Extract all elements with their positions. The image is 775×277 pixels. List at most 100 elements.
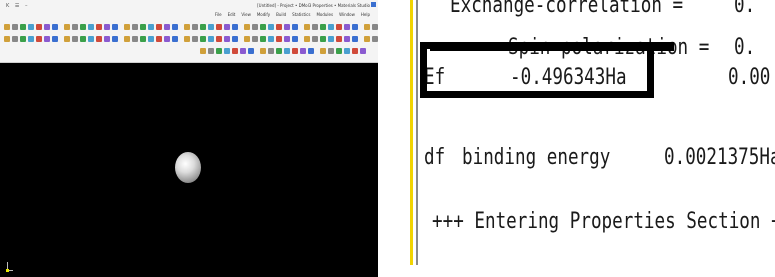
toolbar-button-icon[interactable]: [328, 23, 334, 30]
toolbar-button-icon[interactable]: [372, 23, 378, 30]
toolbar-button-icon[interactable]: [12, 35, 18, 42]
toolbar-button-icon[interactable]: [328, 35, 334, 42]
toolbar-button-icon[interactable]: [104, 23, 110, 30]
toolbar-button-icon[interactable]: [124, 23, 130, 30]
toolbar-button-icon[interactable]: [200, 23, 206, 30]
toolbar-button-icon[interactable]: [364, 23, 370, 30]
toolbar-button-icon[interactable]: [96, 23, 102, 30]
toolbar-button-icon[interactable]: [164, 35, 170, 42]
menu-help[interactable]: Help: [361, 12, 370, 17]
toolbar-button-icon[interactable]: [304, 23, 310, 30]
toolbar-button-icon[interactable]: [80, 23, 86, 30]
toolbar-button-icon[interactable]: [320, 35, 326, 42]
toolbar-button-icon[interactable]: [364, 35, 370, 42]
toolbar-button-icon[interactable]: [232, 23, 238, 30]
toolbar-button-icon[interactable]: [260, 35, 266, 42]
toolbar-button-icon[interactable]: [336, 35, 342, 42]
toolbar-button-icon[interactable]: [52, 35, 58, 42]
toolbar-button-icon[interactable]: [208, 23, 214, 30]
toolbar-button-icon[interactable]: [216, 47, 222, 54]
toolbar-button-icon[interactable]: [352, 23, 358, 30]
toolbar-button-icon[interactable]: [284, 23, 290, 30]
menu-window[interactable]: Window: [339, 12, 355, 17]
toolbar-button-icon[interactable]: [244, 35, 250, 42]
toolbar-button-icon[interactable]: [124, 35, 130, 42]
menu-file[interactable]: File: [215, 12, 222, 17]
toolbar-button-icon[interactable]: [352, 35, 358, 42]
toolbar-button-icon[interactable]: [336, 23, 342, 30]
toolbar-button-icon[interactable]: [132, 23, 138, 30]
toolbar-button-icon[interactable]: [360, 47, 366, 54]
toolbar-button-icon[interactable]: [320, 23, 326, 30]
toolbar-button-icon[interactable]: [148, 35, 154, 42]
toolbar-button-icon[interactable]: [252, 23, 258, 30]
toolbar-button-icon[interactable]: [344, 47, 350, 54]
toolbar-button-icon[interactable]: [164, 23, 170, 30]
toolbar-button-icon[interactable]: [28, 35, 34, 42]
toolbar-button-icon[interactable]: [104, 35, 110, 42]
toolbar-button-icon[interactable]: [72, 23, 78, 30]
toolbar-button-icon[interactable]: [232, 47, 238, 54]
menu-edit[interactable]: Edit: [228, 12, 236, 17]
toolbar-button-icon[interactable]: [132, 35, 138, 42]
toolbar-button-icon[interactable]: [88, 23, 94, 30]
toolbar-button-icon[interactable]: [240, 47, 246, 54]
toolbar-button-icon[interactable]: [312, 23, 318, 30]
toolbar-button-icon[interactable]: [112, 23, 118, 30]
toolbar-button-icon[interactable]: [64, 35, 70, 42]
toolbar-button-icon[interactable]: [284, 47, 290, 54]
toolbar-button-icon[interactable]: [44, 23, 50, 30]
menu-view[interactable]: View: [241, 12, 251, 17]
toolbar-button-icon[interactable]: [244, 23, 250, 30]
menu-modify[interactable]: Modify: [257, 12, 270, 17]
toolbar-button-icon[interactable]: [320, 47, 326, 54]
toolbar-button-icon[interactable]: [372, 35, 378, 42]
toolbar-button-icon[interactable]: [172, 35, 178, 42]
toolbar-button-icon[interactable]: [192, 23, 198, 30]
toolbar-button-icon[interactable]: [252, 35, 258, 42]
toolbar-button-icon[interactable]: [304, 35, 310, 42]
toolbar-button-icon[interactable]: [260, 47, 266, 54]
toolbar-button-icon[interactable]: [352, 47, 358, 54]
toolbar-button-icon[interactable]: [224, 23, 230, 30]
toolbar-button-icon[interactable]: [268, 47, 274, 54]
toolbar-button-icon[interactable]: [248, 47, 254, 54]
toolbar-button-icon[interactable]: [156, 23, 162, 30]
toolbar-button-icon[interactable]: [72, 35, 78, 42]
toolbar-button-icon[interactable]: [88, 35, 94, 42]
toolbar-button-icon[interactable]: [12, 23, 18, 30]
atom-sphere[interactable]: [175, 152, 201, 183]
toolbar-button-icon[interactable]: [276, 35, 282, 42]
toolbar-button-icon[interactable]: [260, 23, 266, 30]
toolbar-button-icon[interactable]: [200, 47, 206, 54]
toolbar-button-icon[interactable]: [64, 23, 70, 30]
toolbar-button-icon[interactable]: [192, 35, 198, 42]
menu-build[interactable]: Build: [276, 12, 286, 17]
toolbar-button-icon[interactable]: [308, 47, 314, 54]
toolbar-button-icon[interactable]: [312, 35, 318, 42]
toolbar-button-icon[interactable]: [140, 35, 146, 42]
toolbar-button-icon[interactable]: [268, 23, 274, 30]
toolbar-button-icon[interactable]: [44, 35, 50, 42]
toolbar-button-icon[interactable]: [276, 23, 282, 30]
toolbar-button-icon[interactable]: [156, 35, 162, 42]
toolbar-button-icon[interactable]: [300, 47, 306, 54]
window-controls-label[interactable]: K ☰ –: [6, 3, 29, 9]
toolbar-button-icon[interactable]: [172, 23, 178, 30]
toolbar-button-icon[interactable]: [232, 35, 238, 42]
toolbar-button-icon[interactable]: [292, 35, 298, 42]
toolbar-button-icon[interactable]: [96, 35, 102, 42]
toolbar-button-icon[interactable]: [216, 35, 222, 42]
toolbar-button-icon[interactable]: [140, 23, 146, 30]
toolbar-button-icon[interactable]: [292, 23, 298, 30]
toolbar-button-icon[interactable]: [344, 35, 350, 42]
toolbar-button-icon[interactable]: [148, 23, 154, 30]
toolbar-button-icon[interactable]: [112, 35, 118, 42]
toolbar-button-icon[interactable]: [184, 35, 190, 42]
toolbar-button-icon[interactable]: [268, 35, 274, 42]
toolbar-button-icon[interactable]: [336, 47, 342, 54]
toolbar-button-icon[interactable]: [292, 47, 298, 54]
toolbar-button-icon[interactable]: [328, 47, 334, 54]
toolbar-button-icon[interactable]: [224, 47, 230, 54]
toolbar-button-icon[interactable]: [184, 23, 190, 30]
